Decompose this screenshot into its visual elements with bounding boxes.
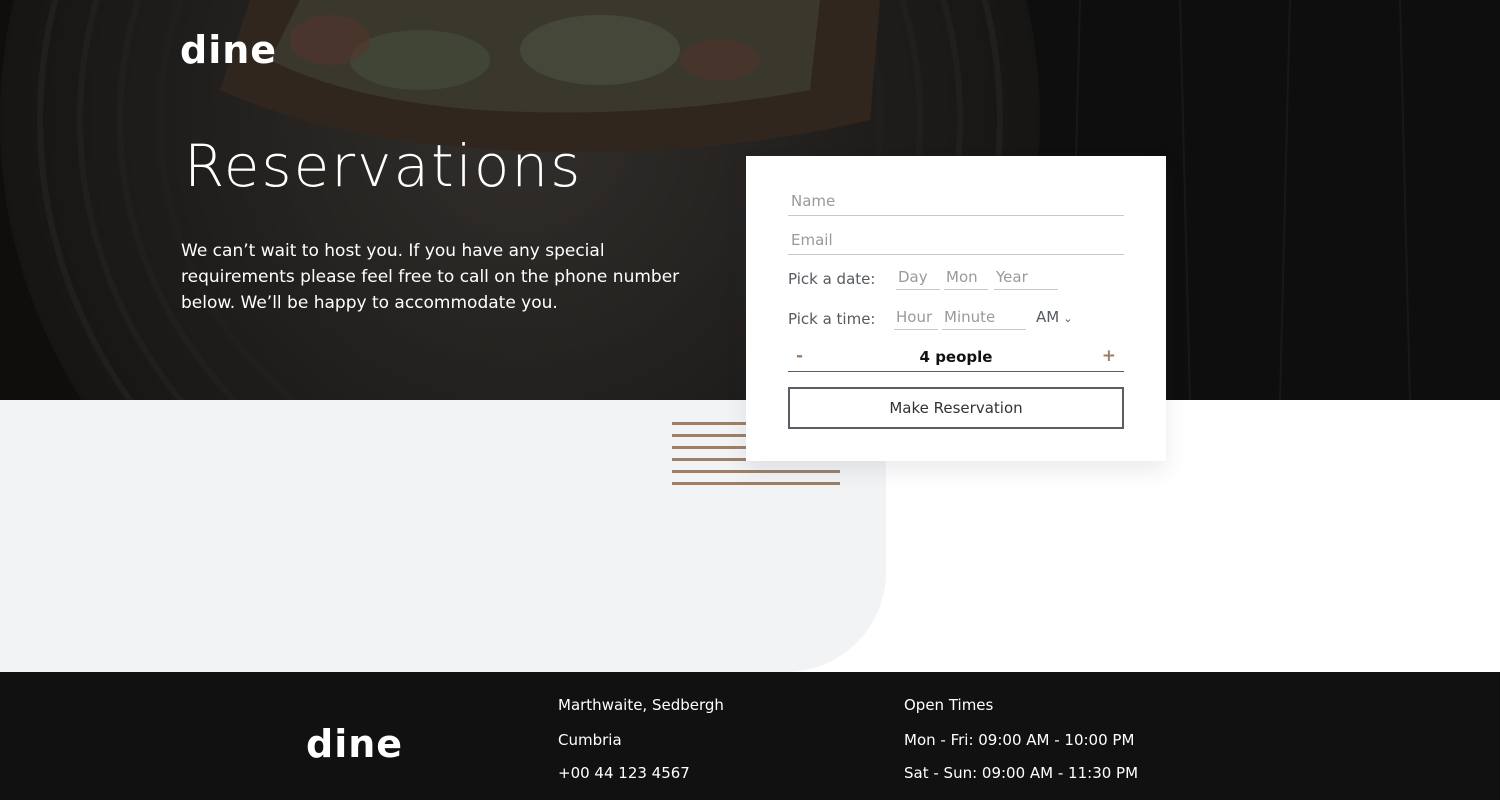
hours-weekend: Sat - Sun: 09:00 AM - 11:30 PM — [904, 764, 1139, 782]
ampm-select[interactable]: AM ⌄ — [1036, 308, 1072, 326]
footer: dine Marthwaite, Sedbergh Cumbria +00 44… — [0, 672, 1500, 800]
email-field[interactable] — [788, 225, 1124, 255]
address-line-1: Marthwaite, Sedbergh — [558, 696, 724, 714]
year-field[interactable] — [994, 264, 1058, 290]
minute-field[interactable] — [942, 304, 1026, 330]
make-reservation-button[interactable]: Make Reservation — [788, 387, 1124, 429]
page-title: Reservations — [184, 132, 583, 200]
name-field[interactable] — [788, 186, 1124, 216]
people-count: 4 people — [919, 348, 993, 366]
chevron-down-icon: ⌄ — [1063, 312, 1073, 325]
increase-people-button[interactable]: + — [1102, 346, 1116, 366]
reservation-form: Pick a date: Pick a time: AM⌄ - 4 people… — [746, 156, 1166, 461]
time-label: Pick a time: — [788, 310, 876, 328]
ampm-value: AM — [1036, 308, 1060, 326]
hero-description: We can’t wait to host you. If you have a… — [181, 241, 680, 313]
site-logo[interactable]: dine — [180, 28, 277, 72]
people-stepper: - 4 people + — [788, 346, 1124, 372]
hours-weekday: Mon - Fri: 09:00 AM - 10:00 PM — [904, 731, 1135, 749]
phone-number: +00 44 123 4567 — [558, 764, 690, 782]
hours-title: Open Times — [904, 696, 994, 714]
footer-logo[interactable]: dine — [306, 722, 403, 766]
month-field[interactable] — [944, 264, 988, 290]
day-field[interactable] — [896, 264, 940, 290]
address-line-2: Cumbria — [558, 731, 622, 749]
date-label: Pick a date: — [788, 270, 876, 288]
hour-field[interactable] — [894, 304, 938, 330]
